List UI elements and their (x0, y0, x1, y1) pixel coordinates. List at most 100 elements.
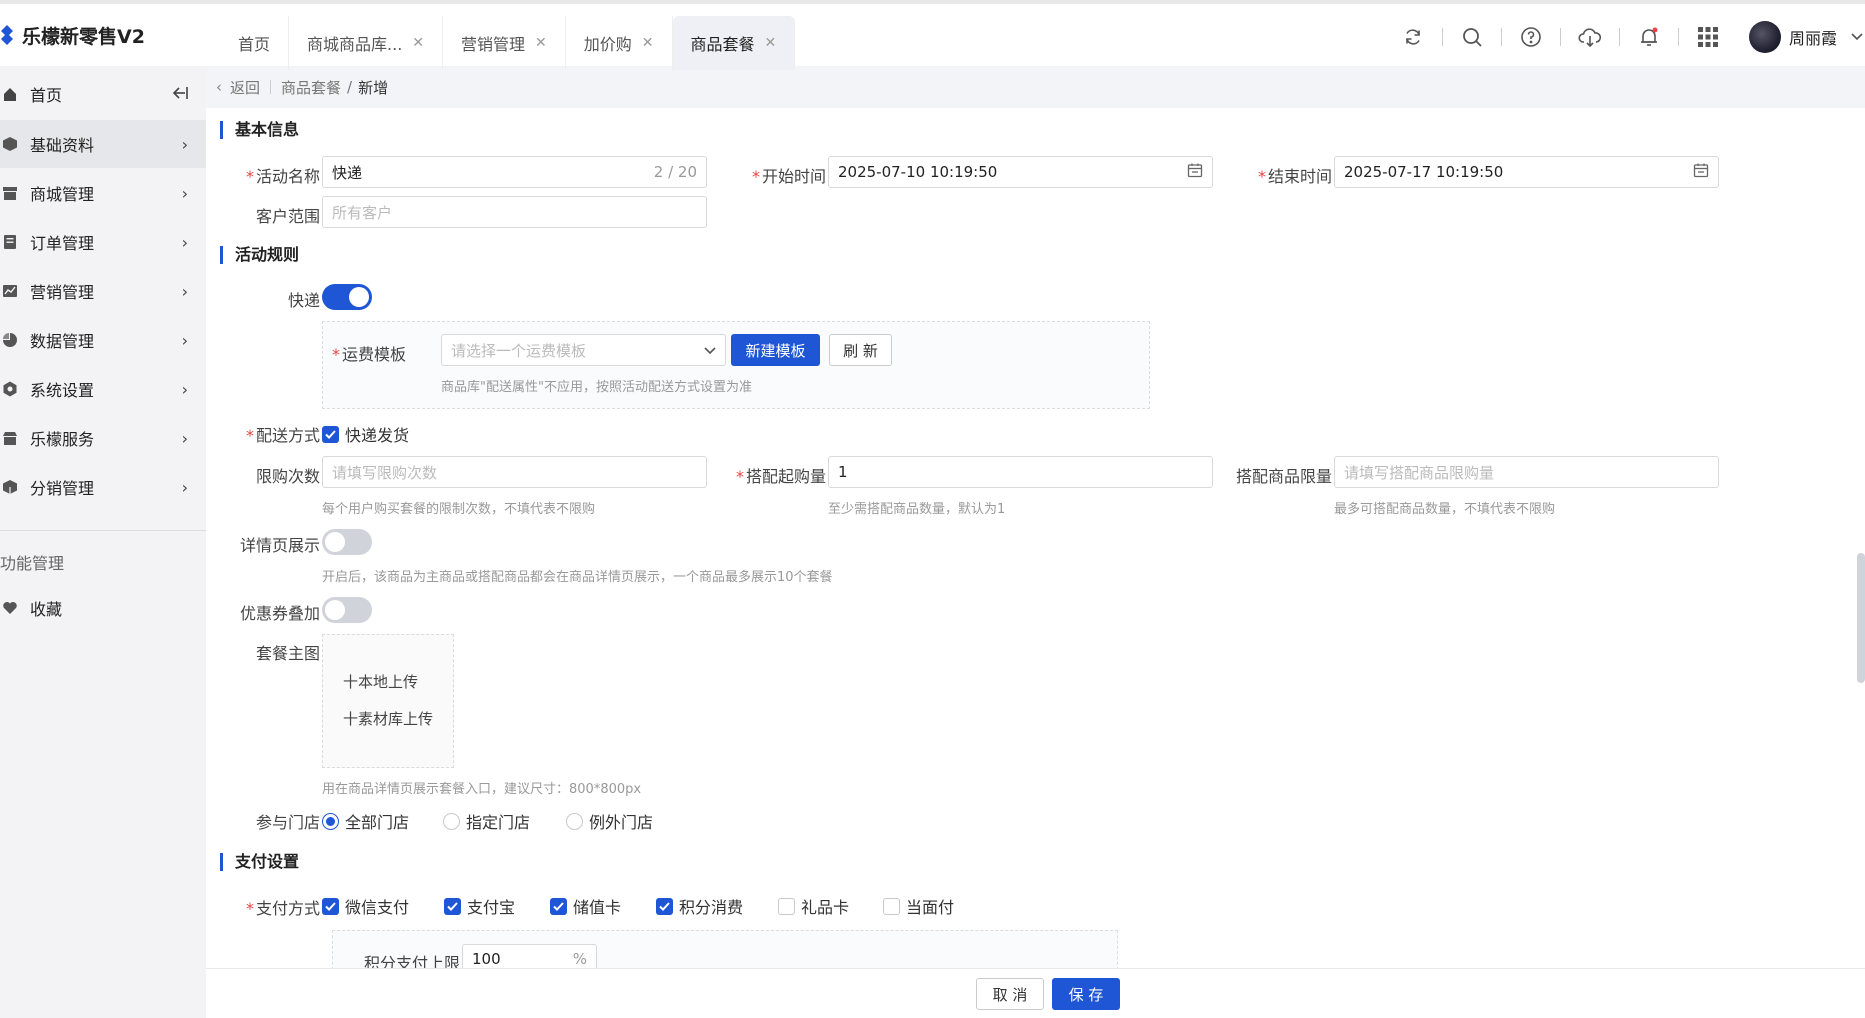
sidebar-item-favorites[interactable]: 收藏 (0, 584, 206, 632)
purchase-limit-hint: 每个用户购买套餐的限制次数，不填代表不限购 (322, 502, 596, 517)
customer-range-input[interactable]: 所有客户 (322, 196, 707, 228)
calendar-icon[interactable] (1693, 162, 1709, 182)
form-panel: 基本信息 * 活动名称 快递 2 / 20 * 开始时间 2025-07-10 10… (206, 108, 1865, 974)
payment-face-to-face-checkbox[interactable]: 当面付 (883, 894, 954, 918)
chevron-down-icon[interactable] (1851, 29, 1863, 45)
tab-marketing[interactable]: 营销管理 ✕ (443, 16, 566, 70)
breadcrumb: ‹ 返回 商品套餐 / 新增 (206, 66, 1865, 108)
payment-method-label: * 支付方式 (240, 895, 320, 919)
tab-home[interactable]: 首页 (220, 16, 290, 70)
username[interactable]: 周丽霞 (1789, 25, 1837, 49)
tab-add-on-purchase[interactable]: 加价购 ✕ (566, 16, 673, 70)
sidebar-item-home[interactable]: 首页 (0, 70, 206, 118)
help-icon[interactable] (1518, 24, 1544, 50)
payment-points-checkbox[interactable]: 积分消费 (656, 894, 743, 918)
apps-grid-icon[interactable] (1695, 24, 1721, 50)
collapse-sidebar-icon[interactable] (172, 85, 188, 104)
activity-name-input[interactable]: 快递 2 / 20 (322, 156, 707, 188)
close-icon[interactable]: ✕ (412, 35, 424, 51)
purchase-limit-input[interactable]: 请填写限购次数 (322, 456, 707, 488)
coupon-stack-toggle[interactable] (322, 597, 372, 623)
cube-icon (0, 134, 20, 154)
min-bundle-input[interactable]: 1 (828, 456, 1213, 488)
sidebar-item-label: 分销管理 (30, 479, 95, 498)
distribution-icon (0, 477, 20, 497)
breadcrumb-parent[interactable]: 商品套餐 (281, 77, 341, 98)
sidebar-item-basic-data[interactable]: 基础资料 › (0, 120, 206, 168)
freight-template-select[interactable]: 请选择一个运费模板 (441, 334, 726, 366)
package-image-label: 套餐主图 (255, 644, 320, 663)
max-bundle-hint: 最多可搭配商品数量，不填代表不限购 (1334, 502, 1556, 517)
chevron-right-icon: › (181, 477, 188, 497)
tab-mall-goods[interactable]: 商城商品库... ✕ (289, 16, 444, 70)
close-icon[interactable]: ✕ (765, 35, 777, 51)
payment-wechat-checkbox[interactable]: 微信支付 (322, 894, 409, 918)
tab-label: 加价购 (583, 35, 632, 54)
input-value: 2025-07-17 10:19:50 (1344, 163, 1504, 181)
max-bundle-input[interactable]: 请填写搭配商品限购量 (1334, 456, 1719, 488)
divider (1559, 28, 1561, 46)
upload-library-button[interactable]: 十素材库上传 (343, 708, 433, 729)
refresh-button[interactable]: 刷 新 (829, 334, 892, 366)
bell-icon[interactable] (1636, 24, 1662, 50)
chevron-left-icon[interactable]: ‹ (216, 78, 222, 96)
cloud-download-icon[interactable] (1577, 24, 1603, 50)
tab-goods-package[interactable]: 商品套餐 ✕ (672, 16, 796, 70)
cancel-button[interactable]: 取 消 (976, 978, 1044, 1010)
sidebar-item-distribution[interactable]: 分销管理 › (0, 463, 206, 511)
delivery-method-label: * 配送方式 (240, 422, 320, 446)
calendar-icon[interactable] (1187, 162, 1203, 182)
refresh-icon[interactable] (1400, 24, 1426, 50)
back-link[interactable]: 返回 (230, 77, 260, 98)
detail-display-toggle[interactable] (322, 529, 372, 555)
heart-icon (0, 598, 20, 618)
divider (1677, 28, 1679, 46)
activity-name-label: * 活动名称 (240, 163, 320, 187)
upload-local-button[interactable]: 十本地上传 (343, 671, 418, 692)
input-placeholder: 所有客户 (332, 203, 393, 222)
store-icon (0, 183, 20, 203)
express-toggle[interactable] (322, 284, 372, 310)
end-time-picker[interactable]: 2025-07-17 10:19:50 (1334, 156, 1719, 188)
gear-icon (0, 379, 20, 399)
toggle-knob (325, 532, 345, 552)
payment-alipay-checkbox[interactable]: 支付宝 (444, 894, 515, 918)
start-time-picker[interactable]: 2025-07-10 10:19:50 (828, 156, 1213, 188)
sidebar-item-data[interactable]: 数据管理 › (0, 316, 206, 364)
sidebar-item-settings[interactable]: 系统设置 › (0, 365, 206, 413)
payment-gift-card-checkbox[interactable]: 礼品卡 (778, 894, 849, 918)
sidebar-item-orders[interactable]: 订单管理 › (0, 218, 206, 266)
chevron-right-icon: › (181, 428, 188, 448)
field-label: 搭配起购量 (745, 467, 826, 486)
footer-action-bar: 取 消 保 存 (206, 968, 1865, 1018)
close-icon[interactable]: ✕ (535, 35, 547, 51)
payment-stored-value-checkbox[interactable]: 储值卡 (550, 894, 621, 918)
max-bundle-label: 搭配商品限量 (1235, 467, 1332, 486)
store-radio-specified[interactable]: 指定门店 (443, 809, 530, 833)
store-radio-all[interactable]: 全部门店 (322, 809, 409, 833)
top-bar: 乐檬新零售V2 首页 商城商品库... ✕ 营销管理 ✕ 加价购 ✕ 商品套餐 ✕ (0, 0, 1865, 70)
section-title-basic: 基本信息 (220, 121, 299, 139)
search-icon[interactable] (1459, 24, 1485, 50)
avatar[interactable] (1748, 21, 1781, 53)
save-button[interactable]: 保 存 (1052, 978, 1120, 1010)
purchase-limit-label: 限购次数 (255, 467, 320, 486)
checkbox-label: 支付宝 (467, 898, 516, 917)
chart-icon (0, 281, 20, 301)
checkbox-checked-icon (656, 897, 673, 915)
sidebar-item-label: 系统设置 (30, 381, 95, 400)
sidebar-item-mall[interactable]: 商城管理 › (0, 169, 206, 217)
close-icon[interactable]: ✕ (642, 35, 654, 51)
delivery-express-checkbox[interactable]: 快递发货 (322, 422, 409, 446)
divider (0, 530, 206, 531)
sidebar-item-marketing[interactable]: 营销管理 › (0, 267, 206, 315)
input-value: 2025-07-10 10:19:50 (838, 163, 998, 181)
toggle-knob (325, 600, 345, 620)
sidebar-item-service[interactable]: 乐檬服务 › (0, 414, 206, 462)
new-template-button[interactable]: 新建模板 (731, 334, 820, 366)
home-icon (0, 84, 20, 104)
store-radio-excluded[interactable]: 例外门店 (566, 809, 653, 833)
input-value: 快递 (332, 163, 363, 182)
brand[interactable]: 乐檬新零售V2 (0, 20, 145, 50)
vertical-scrollbar[interactable] (1857, 553, 1865, 683)
